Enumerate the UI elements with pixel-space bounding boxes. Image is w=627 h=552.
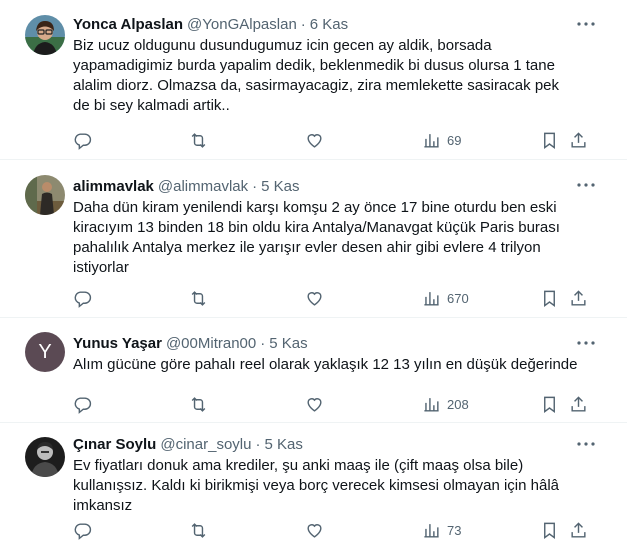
share-button[interactable]: [569, 395, 588, 414]
more-icon[interactable]: [573, 175, 599, 195]
like-button[interactable]: [305, 395, 324, 414]
retweet-icon: [191, 396, 206, 412]
like-button[interactable]: [305, 521, 324, 540]
bookmark-button[interactable]: [540, 521, 559, 540]
bookmark-icon: [544, 396, 555, 413]
views-button[interactable]: 670: [422, 289, 469, 308]
reply-button[interactable]: [73, 131, 92, 150]
more-icon[interactable]: [573, 434, 599, 454]
retweet-button[interactable]: [189, 521, 208, 540]
retweet-icon: [191, 290, 206, 306]
more-icon[interactable]: [573, 333, 599, 353]
tweet-header: Yonca Alpaslan @YonGAlpaslan · 6 Kas: [73, 14, 611, 34]
timestamp[interactable]: 5 Kas: [269, 335, 307, 352]
retweet-button[interactable]: [189, 395, 208, 414]
bookmark-button[interactable]: [540, 395, 559, 414]
like-icon: [307, 133, 322, 148]
avatar[interactable]: [25, 175, 65, 215]
retweet-icon: [191, 132, 206, 148]
tweet-text: Ev fiyatları donuk ama krediler, şu anki…: [73, 457, 560, 514]
reply-icon: [74, 396, 92, 414]
like-icon: [307, 291, 322, 306]
reply-button[interactable]: [73, 395, 92, 414]
tweet[interactable]: Yonca Alpaslan @YonGAlpaslan · 6 Kas Biz…: [0, 0, 627, 160]
views-button[interactable]: 73: [422, 521, 461, 540]
user-handle[interactable]: @YonGAlpaslan: [187, 16, 297, 33]
user-handle[interactable]: @00Mitran00: [166, 335, 256, 352]
timestamp[interactable]: 6 Kas: [310, 16, 348, 33]
views-icon: [424, 291, 439, 306]
display-name[interactable]: alimmavlak: [73, 178, 154, 195]
retweet-button[interactable]: [189, 289, 208, 308]
bookmark-icon: [544, 132, 555, 149]
timestamp[interactable]: 5 Kas: [261, 178, 299, 195]
display-name[interactable]: Yonca Alpaslan: [73, 16, 183, 33]
avatar-letter: Y: [38, 340, 52, 363]
tweet-text: Biz ucuz oldugunu dusundugumuz icin gece…: [73, 37, 559, 114]
views-count: 670: [447, 290, 469, 306]
separator: ·: [300, 15, 306, 33]
avatar[interactable]: [25, 437, 65, 477]
reply-icon: [74, 522, 92, 540]
more-icon[interactable]: [573, 14, 599, 34]
separator: ·: [260, 334, 266, 352]
tweet-header: alimmavlak @alimmavlak · 5 Kas: [73, 176, 611, 196]
reply-button[interactable]: [73, 521, 92, 540]
views-count: 208: [447, 396, 469, 412]
reply-icon: [74, 132, 92, 150]
display-name[interactable]: Yunus Yaşar: [73, 335, 162, 352]
reply-button[interactable]: [73, 289, 92, 308]
views-icon: [424, 397, 439, 412]
user-handle[interactable]: @alimmavlak: [158, 178, 248, 195]
user-handle[interactable]: @cinar_soylu: [160, 436, 251, 453]
like-button[interactable]: [305, 131, 324, 150]
separator: ·: [255, 435, 261, 453]
display-name[interactable]: Çınar Soylu: [73, 436, 156, 453]
share-button[interactable]: [569, 521, 588, 540]
views-button[interactable]: 69: [422, 131, 461, 150]
avatar[interactable]: [25, 15, 65, 55]
share-button[interactable]: [569, 131, 588, 150]
reply-icon: [74, 290, 92, 308]
tweet-text: Daha dün kiram yenilendi karşı komşu 2 a…: [73, 199, 560, 276]
like-button[interactable]: [305, 289, 324, 308]
share-icon: [571, 131, 586, 148]
like-icon: [307, 397, 322, 412]
bookmark-icon: [544, 522, 555, 539]
separator: ·: [252, 177, 258, 195]
like-icon: [307, 523, 322, 538]
tweet-header: Çınar Soylu @cinar_soylu · 5 Kas: [73, 434, 611, 454]
bookmark-button[interactable]: [540, 131, 559, 150]
tweet[interactable]: alimmavlak @alimmavlak · 5 Kas Daha dün …: [0, 160, 627, 318]
tweet[interactable]: Y Yunus Yaşar @00Mitran00 · 5 Kas Alım g…: [0, 318, 627, 423]
tweet-header: Yunus Yaşar @00Mitran00 · 5 Kas: [73, 333, 611, 353]
bookmark-button[interactable]: [540, 289, 559, 308]
views-icon: [424, 133, 439, 148]
share-icon: [571, 521, 586, 538]
tweet-text: Alım gücüne göre pahalı reel olarak yakl…: [73, 356, 578, 373]
bookmark-icon: [544, 290, 555, 307]
retweet-button[interactable]: [189, 131, 208, 150]
share-icon: [571, 289, 586, 306]
timestamp[interactable]: 5 Kas: [264, 436, 302, 453]
views-count: 69: [447, 132, 462, 148]
views-icon: [424, 523, 439, 538]
tweet[interactable]: Çınar Soylu @cinar_soylu · 5 Kas Ev fiya…: [0, 423, 627, 552]
views-count: 73: [447, 522, 462, 538]
retweet-icon: [191, 522, 206, 538]
avatar[interactable]: Y: [25, 332, 65, 372]
share-button[interactable]: [569, 289, 588, 308]
views-button[interactable]: 208: [422, 395, 469, 414]
share-icon: [571, 395, 586, 412]
